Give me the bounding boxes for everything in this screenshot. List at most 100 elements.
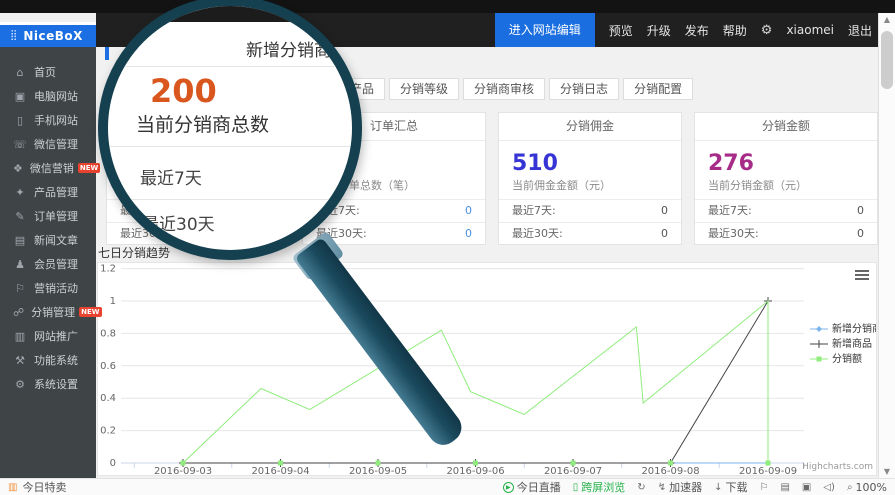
stat-label: 最近7天: xyxy=(512,200,556,222)
printer-icon: ▤ xyxy=(780,482,789,493)
sidebar-item-order[interactable]: ✎ 订单管理 xyxy=(0,204,96,228)
scroll-up-arrow[interactable]: ▲ xyxy=(879,15,895,24)
sidebar-item-promotion[interactable]: ▥网站推广 xyxy=(0,324,96,348)
status-tool[interactable]: ▶今日直播 xyxy=(503,479,561,495)
sidebar-item-member[interactable]: ♟会员管理 xyxy=(0,252,96,276)
card-caption: 当前分销金额（元） xyxy=(695,175,877,199)
gamepad-icon: ❖ xyxy=(13,162,23,175)
app-window: 进入网站编辑 预览 升级 发布 帮助 ⚙ xiaomei 退出 ⣿ NiceBo… xyxy=(0,0,895,495)
stat-value[interactable]: 0 xyxy=(857,223,864,245)
status-tool[interactable]: ▯跨屏浏览 xyxy=(573,479,626,495)
tab-2[interactable]: 分销等级 xyxy=(389,78,459,100)
svg-text:2016-09-06: 2016-09-06 xyxy=(446,466,504,475)
status-tool-label: 跨屏浏览 xyxy=(581,479,625,495)
sidebar-item-marketing[interactable]: ⚐营销活动 xyxy=(0,276,96,300)
divider xyxy=(108,199,352,200)
stat-value[interactable]: 0 xyxy=(661,200,668,222)
scrollbar-thumb[interactable] xyxy=(881,31,893,89)
refresh-icon: ↻ xyxy=(637,482,645,493)
stat-value[interactable]: 0 xyxy=(857,200,864,222)
svg-text:2016-09-05: 2016-09-05 xyxy=(349,466,407,475)
status-tool[interactable]: ▣ xyxy=(802,482,811,493)
sidebar-item-label: 功能系统 xyxy=(34,352,78,368)
divider xyxy=(108,66,352,67)
sidebar-item-label: 订单管理 xyxy=(34,208,78,224)
page-scrollbar[interactable]: ▲ ▼ xyxy=(878,13,895,478)
stat-value[interactable]: 0 xyxy=(465,223,472,245)
scroll-down-arrow[interactable]: ▼ xyxy=(879,467,895,476)
order-icon: ✎ xyxy=(13,210,27,223)
status-tool[interactable]: ↯加速器 xyxy=(658,479,702,495)
help-link[interactable]: 帮助 xyxy=(723,22,747,39)
card-stat-row: 最近30天: 0 xyxy=(499,222,681,245)
home-icon: ⌂ xyxy=(13,66,27,79)
card-title: 分销金额 xyxy=(695,113,877,141)
flag-icon: ⚐ xyxy=(759,482,768,493)
sidebar-item-label: 电脑网站 xyxy=(34,88,78,104)
new-badge: NEW xyxy=(79,307,101,317)
tag-icon: ⚐ xyxy=(13,282,27,295)
sidebar-item-function[interactable]: ⚒功能系统 xyxy=(0,348,96,372)
download-icon: ↓ xyxy=(714,482,722,493)
sidebar-item-label: 分销管理 xyxy=(31,304,75,320)
svg-text:2016-09-09: 2016-09-09 xyxy=(739,466,797,475)
logo-text: NiceBoX xyxy=(23,29,83,43)
tab-5[interactable]: 分销配置 xyxy=(623,78,693,100)
sidebar-item-wechat[interactable]: ☏微信管理 xyxy=(0,132,96,156)
sidebar-item-distribution[interactable]: ☍分销管理NEW xyxy=(0,300,96,324)
tab-4[interactable]: 分销日志 xyxy=(549,78,619,100)
sidebar-item-home[interactable]: ⌂ 首页 xyxy=(0,60,96,84)
magnified-caption: 当前分销商总数 xyxy=(136,110,269,137)
preview-link[interactable]: 预览 xyxy=(609,22,633,39)
logout-link[interactable]: 退出 xyxy=(848,22,872,39)
phone-icon: ▯ xyxy=(13,114,27,127)
svg-text:2016-09-04: 2016-09-04 xyxy=(251,466,309,475)
gear-icon: ⚙ xyxy=(13,378,27,391)
gear-icon[interactable]: ⚙ xyxy=(761,23,773,38)
sidebar-item-pc-site[interactable]: ▣电脑网站 xyxy=(0,84,96,108)
magnifier-lens: 新增分销商 200 当前分销商总数 最近7天 最近30天 xyxy=(98,0,362,260)
sidebar-item-settings[interactable]: ⚙系统设置 xyxy=(0,372,96,396)
status-tool[interactable]: ↻ xyxy=(637,482,645,493)
svg-text:0.4: 0.4 xyxy=(100,393,116,404)
today-sale-label: 今日特卖 xyxy=(22,479,66,495)
status-tool[interactable]: ⚐ xyxy=(759,482,768,493)
sidebar: ⌂ 首页 ▣电脑网站▯手机网站☏微信管理❖微信营销NEW✦产品管理 ✎ 订单管理 ▤新闻文… xyxy=(0,47,96,478)
bar-chart-icon: ▥ xyxy=(13,330,27,343)
svg-text:0: 0 xyxy=(110,458,116,469)
stat-value[interactable]: 0 xyxy=(661,223,668,245)
username[interactable]: xiaomei xyxy=(786,23,834,37)
svg-text:Highcharts.com: Highcharts.com xyxy=(802,462,873,472)
svg-text:新增分销商: 新增分销商 xyxy=(832,322,876,335)
stat-value[interactable]: 0 xyxy=(465,200,472,222)
document-icon: ▤ xyxy=(13,234,27,247)
sidebar-item-news[interactable]: ▤新闻文章 xyxy=(0,228,96,252)
app-grid-icon[interactable]: ⣿ xyxy=(10,31,17,41)
status-tool[interactable]: ◁) xyxy=(823,482,835,493)
sidebar-item-product[interactable]: ✦产品管理 xyxy=(0,180,96,204)
upgrade-link[interactable]: 升级 xyxy=(647,22,671,39)
svg-text:0.2: 0.2 xyxy=(100,426,116,437)
status-tool[interactable]: ▤ xyxy=(780,482,789,493)
enter-site-edit-button[interactable]: 进入网站编辑 xyxy=(495,13,595,47)
sidebar-item-label: 首页 xyxy=(34,64,56,80)
status-tool-label: 今日直播 xyxy=(517,479,561,495)
svg-text:分销额: 分销额 xyxy=(832,352,862,365)
card-value: 276 xyxy=(695,141,877,175)
tabs-row: 分销产品分销等级分销商审核分销日志分销配置 xyxy=(315,78,693,100)
topbar-actions: 进入网站编辑 预览 升级 发布 帮助 ⚙ xiaomei 退出 xyxy=(495,13,872,47)
summary-card: 分销佣金510当前佣金金额（元）最近7天:0最近30天:0 xyxy=(498,112,682,245)
bag-icon: ✦ xyxy=(13,186,27,199)
svg-text:新增商品: 新增商品 xyxy=(832,337,872,350)
sidebar-item-wechat-marketing[interactable]: ❖微信营销NEW xyxy=(0,156,96,180)
status-tool[interactable]: ⌕100% xyxy=(847,481,887,494)
today-sale-item[interactable]: ▥ 今日特卖 xyxy=(8,479,66,495)
publish-link[interactable]: 发布 xyxy=(685,22,709,39)
new-badge: NEW xyxy=(78,163,100,173)
speaker-icon: ◁) xyxy=(823,482,835,493)
sidebar-item-mobile-site[interactable]: ▯手机网站 xyxy=(0,108,96,132)
status-tool[interactable]: ↓下载 xyxy=(714,479,747,495)
stat-label: 最近30天: xyxy=(512,223,563,245)
status-bar: ▥ 今日特卖 ▶今日直播 ▯跨屏浏览 ↻ ↯加速器 ↓下载 ⚐ ▤ ▣ ◁) ⌕100% xyxy=(0,478,895,495)
tab-3[interactable]: 分销商审核 xyxy=(463,78,545,100)
